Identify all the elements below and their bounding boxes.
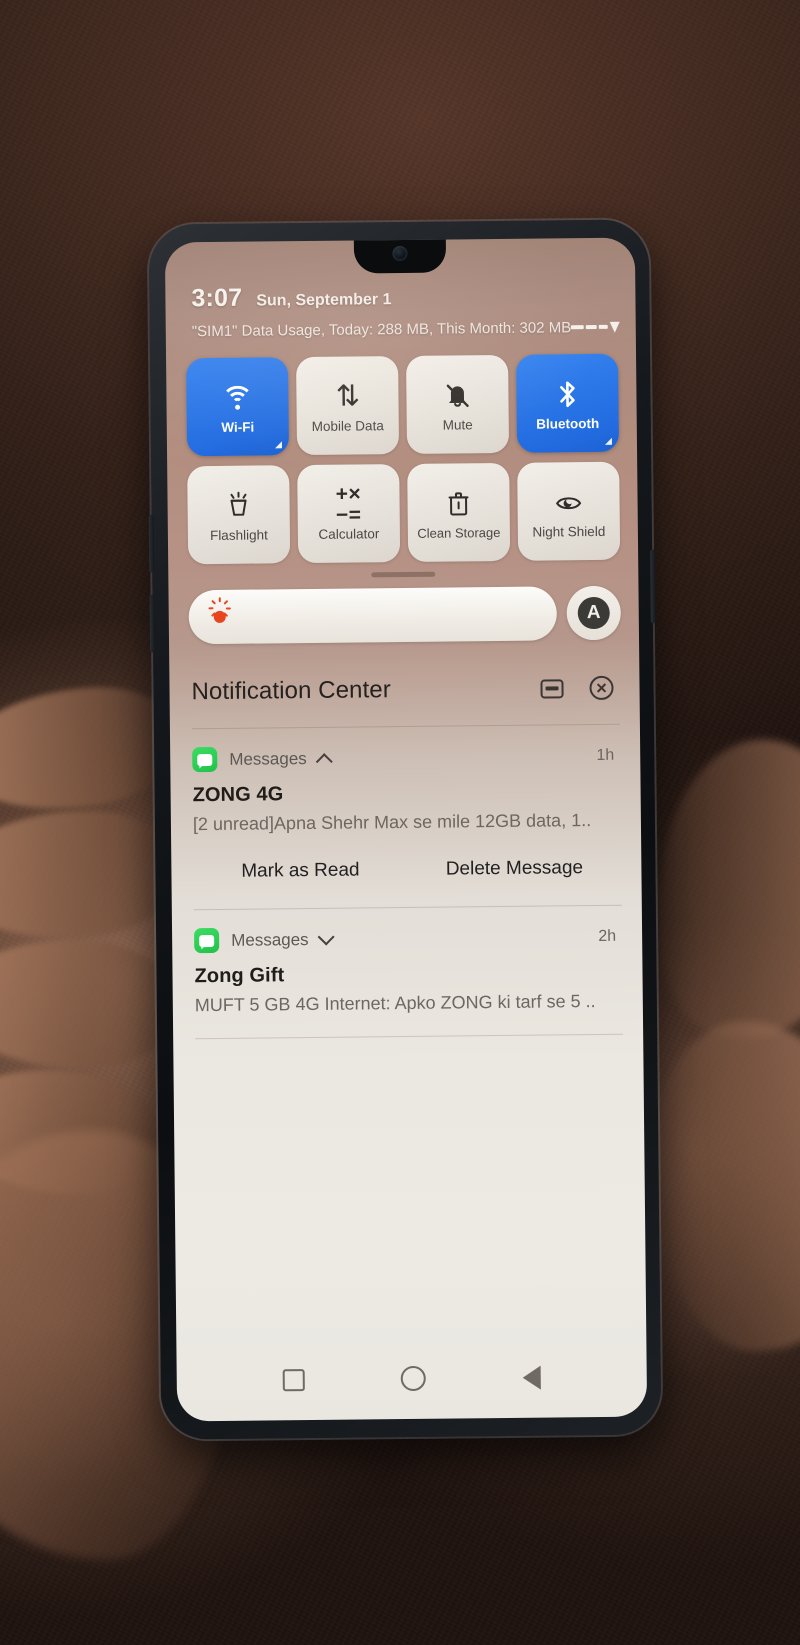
divider bbox=[195, 1033, 624, 1040]
quick-tile-label: Clean Storage bbox=[417, 525, 501, 542]
brightness-slider[interactable] bbox=[188, 586, 558, 645]
quick-tile-calculator[interactable]: +× −= Calculator bbox=[297, 464, 401, 564]
sun-brightness-icon bbox=[208, 597, 231, 628]
notification-body: MUFT 5 GB 4G Internet: Apko ZONG ki tarf… bbox=[194, 991, 596, 1016]
chevron-up-icon[interactable] bbox=[316, 752, 334, 770]
flashlight-icon bbox=[225, 486, 251, 526]
square-recents-icon[interactable] bbox=[282, 1368, 306, 1391]
notification-time: 2h bbox=[598, 927, 617, 945]
hand-finger bbox=[640, 727, 800, 1053]
notification-time: 1h bbox=[596, 746, 615, 764]
triangle-back-icon[interactable] bbox=[522, 1365, 541, 1390]
notification-center: Notification Center Messages 1h ZONG 4G … bbox=[169, 640, 643, 1040]
quick-tile-label: Bluetooth bbox=[536, 415, 600, 432]
circle-home-icon[interactable] bbox=[401, 1365, 427, 1392]
quick-tile-bluetooth[interactable]: Bluetooth bbox=[516, 353, 620, 453]
quick-settings-grid: Wi-Fi ⇅ Mobile Data Mute Bluetooth Flash… bbox=[166, 340, 638, 565]
front-camera-notch bbox=[353, 238, 447, 274]
auto-brightness-label: A bbox=[577, 596, 610, 630]
quick-tile-flashlight[interactable]: Flashlight bbox=[187, 465, 291, 565]
quick-tile-label: Calculator bbox=[318, 526, 380, 542]
trash-clean-icon bbox=[446, 484, 470, 524]
quick-tile-label: Flashlight bbox=[209, 527, 268, 544]
notification-item[interactable]: Messages 2h Zong Gift MUFT 5 GB 4G Inter… bbox=[194, 906, 623, 1016]
panel-drag-handle[interactable] bbox=[371, 571, 436, 578]
bell-mute-icon bbox=[444, 375, 470, 415]
status-icons bbox=[571, 313, 647, 340]
status-time: 3:07 bbox=[191, 283, 243, 313]
night-shield-icon bbox=[554, 482, 582, 522]
status-date: Sun, September 1 bbox=[256, 291, 392, 310]
notification-title: Zong Gift bbox=[194, 964, 285, 988]
quick-tile-clean-storage[interactable]: Clean Storage bbox=[407, 462, 511, 562]
phone-device: 3:07 Sun, September 1 "SIM1" Data Usage,… bbox=[148, 219, 662, 1440]
calculator-icon: +× −= bbox=[335, 482, 362, 527]
notification-app-name: Messages bbox=[231, 929, 309, 950]
auto-brightness-button[interactable]: A bbox=[566, 585, 622, 641]
hand-finger bbox=[641, 1011, 800, 1359]
quick-tile-wifi[interactable]: Wi-Fi bbox=[186, 357, 290, 457]
quick-tile-mute[interactable]: Mute bbox=[406, 354, 510, 454]
photo-of-phone-in-hand: 3:07 Sun, September 1 "SIM1" Data Usage,… bbox=[0, 0, 800, 1645]
battery-hex-icon bbox=[642, 313, 647, 339]
volume-down-button[interactable] bbox=[149, 594, 156, 653]
notification-center-title: Notification Center bbox=[191, 676, 392, 706]
data-usage-text: "SIM1" Data Usage, Today: 288 MB, This M… bbox=[191, 318, 572, 340]
notification-center-header: Notification Center bbox=[191, 674, 619, 706]
quick-tile-label: Mute bbox=[442, 417, 473, 433]
messages-icon bbox=[194, 927, 220, 954]
bluetooth-icon bbox=[555, 374, 579, 414]
chevron-down-icon[interactable] bbox=[318, 928, 336, 945]
navigation-bar bbox=[177, 1363, 647, 1393]
tile-expand-corner[interactable] bbox=[274, 441, 283, 449]
wifi-icon bbox=[221, 378, 254, 418]
messages-icon bbox=[192, 746, 218, 773]
clear-all-circle-x-icon[interactable] bbox=[589, 675, 614, 701]
mark-as-read-button[interactable]: Mark as Read bbox=[193, 859, 407, 883]
quick-tile-mobile-data[interactable]: ⇅ Mobile Data bbox=[296, 356, 400, 456]
quick-tile-night-shield[interactable]: Night Shield bbox=[517, 461, 621, 561]
quick-tile-label: Wi-Fi bbox=[221, 419, 255, 435]
power-button[interactable] bbox=[650, 549, 656, 624]
brightness-row: A bbox=[168, 560, 639, 645]
notification-actions: Mark as Read Delete Message bbox=[193, 857, 621, 887]
quick-tile-label: Mobile Data bbox=[311, 418, 384, 434]
notification-title: ZONG 4G bbox=[192, 783, 284, 807]
quick-tile-label: Night Shield bbox=[532, 523, 606, 540]
mobile-data-icon: ⇅ bbox=[335, 379, 360, 413]
notification-item[interactable]: Messages 1h ZONG 4G [2 unread]Apna Shehr… bbox=[192, 725, 622, 887]
tile-expand-corner[interactable] bbox=[604, 437, 612, 445]
hand-finger bbox=[0, 936, 182, 1072]
signal-bars-icon bbox=[571, 321, 621, 333]
phone-screen: 3:07 Sun, September 1 "SIM1" Data Usage,… bbox=[164, 237, 648, 1422]
do-not-disturb-icon[interactable] bbox=[540, 678, 564, 699]
notification-body: [2 unread]Apna Shehr Max se mile 12GB da… bbox=[192, 810, 592, 835]
volume-up-button[interactable] bbox=[148, 514, 155, 573]
notification-app-name: Messages bbox=[229, 748, 307, 769]
delete-message-button[interactable]: Delete Message bbox=[407, 857, 621, 881]
